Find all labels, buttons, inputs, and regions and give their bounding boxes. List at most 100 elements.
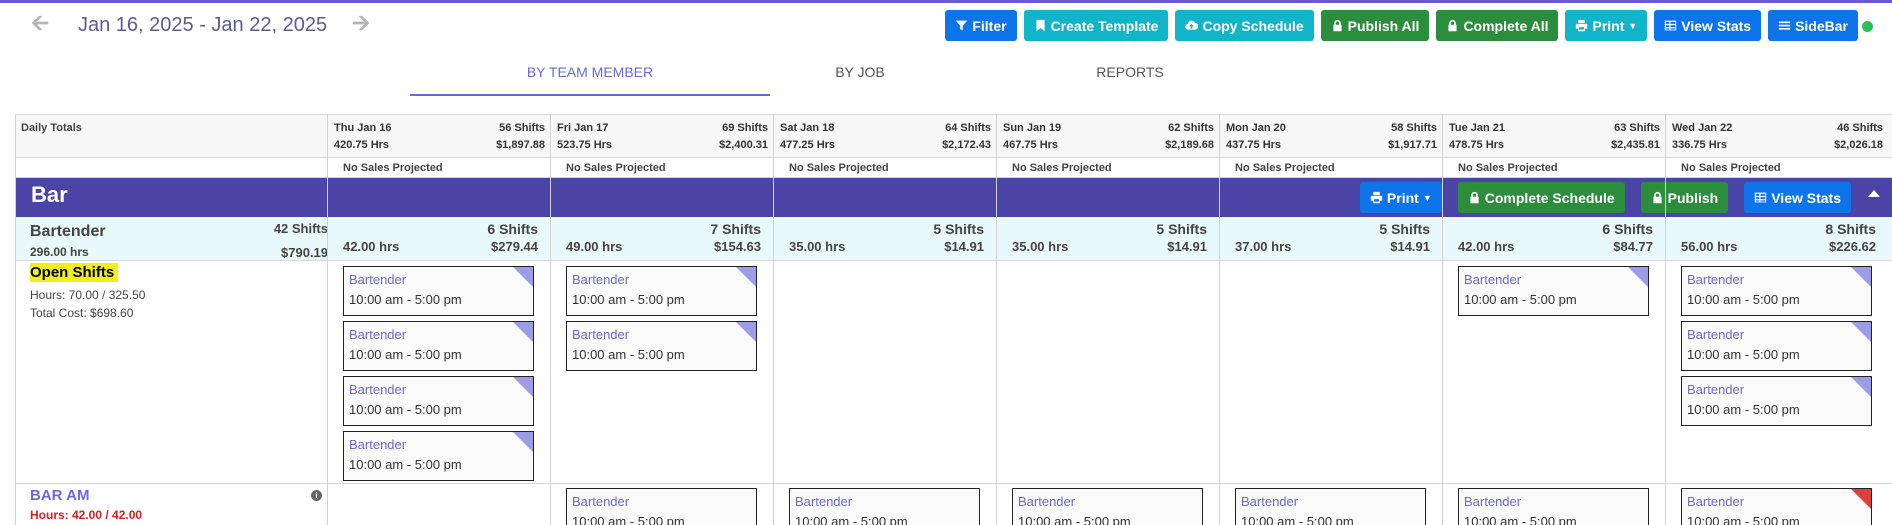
- column-divider: [550, 114, 551, 525]
- shift-job: Bartender: [349, 382, 407, 397]
- section-print-button[interactable]: Print ▼: [1359, 182, 1442, 213]
- shift-card[interactable]: Bartender 10:00 am - 5:00 pm: [1458, 488, 1649, 525]
- role-day-hours: 42.00 hrs: [343, 239, 400, 254]
- role-total-shifts: 42 Shifts: [273, 221, 328, 236]
- column-divider: [996, 114, 997, 525]
- shift-time: 10:00 am - 5:00 pm: [349, 347, 462, 362]
- day-cost: $1,917.71: [1388, 139, 1437, 151]
- shift-job: Bartender: [1241, 494, 1299, 509]
- section-view-stats-button[interactable]: View Stats: [1744, 182, 1851, 213]
- shift-card[interactable]: Bartender 10:00 am - 5:00 pm: [343, 431, 534, 481]
- team-member-name[interactable]: BAR AM: [30, 487, 89, 504]
- status-corner-icon: [1851, 489, 1871, 509]
- shift-card[interactable]: Bartender 10:00 am - 5:00 pm: [1235, 488, 1426, 525]
- shift-time: 10:00 am - 5:00 pm: [1241, 514, 1354, 525]
- publish-button[interactable]: Publish: [1640, 182, 1729, 213]
- role-total-cost: $790.19: [281, 245, 328, 260]
- date-range: Jan 16, 2025 - Jan 22, 2025: [78, 13, 328, 36]
- shift-time: 10:00 am - 5:00 pm: [349, 457, 462, 472]
- hours-separator: /: [102, 508, 113, 522]
- shift-job: Bartender: [1687, 494, 1745, 509]
- role-day-cost: $226.62: [1829, 239, 1876, 254]
- status-corner-icon: [1851, 267, 1871, 287]
- print-button[interactable]: Print ▼: [1565, 10, 1648, 41]
- sidebar-button[interactable]: SideBar: [1768, 10, 1858, 41]
- day-date: Sun Jan 19: [1003, 122, 1062, 134]
- role-day-summary: 6 Shifts 42.00 hrs $84.77: [1443, 217, 1666, 261]
- day-cost: $2,435.81: [1611, 139, 1660, 151]
- arrow-left-icon[interactable]: 🡨: [28, 6, 52, 44]
- bars-icon: [1778, 21, 1791, 30]
- sales-projection: No Sales Projected: [1458, 162, 1558, 174]
- sales-projection: No Sales Projected: [566, 162, 666, 174]
- open-shifts-info: Open Shifts Hours: 70.00 / 325.50 Total …: [30, 263, 280, 320]
- create-template-button[interactable]: Create Template: [1023, 10, 1169, 41]
- day-cost: $2,026.18: [1834, 139, 1883, 151]
- shift-card[interactable]: Bartender 10:00 am - 5:00 pm: [1681, 488, 1872, 525]
- sales-projection-row: No Sales Projected No Sales Projected No S…: [15, 158, 1892, 178]
- tab-reports[interactable]: REPORTS: [950, 58, 1310, 96]
- toolbar: Filter Create Template Copy Schedule Pub…: [945, 10, 1858, 41]
- status-corner-icon: [513, 432, 533, 452]
- shift-card[interactable]: Bartender 10:00 am - 5:00 pm: [1458, 266, 1649, 316]
- shift-card[interactable]: Bartender 10:00 am - 5:00 pm: [566, 321, 757, 371]
- day-cost: $1,897.88: [496, 139, 545, 151]
- filter-button[interactable]: Filter: [945, 10, 1017, 41]
- complete-schedule-button[interactable]: Complete Schedule: [1457, 182, 1625, 213]
- hours-max: 42.00: [112, 508, 143, 522]
- date-navigation: 🡨 Jan 16, 2025 - Jan 22, 2025 🡪: [28, 10, 373, 40]
- chevron-down-icon: ▼: [1628, 20, 1638, 31]
- shift-card[interactable]: Bartender 10:00 am - 5:00 pm: [789, 488, 980, 525]
- role-total-hours: 296.00 hrs: [30, 245, 89, 259]
- role-day-hours: 56.00 hrs: [1681, 239, 1738, 254]
- status-corner-icon: [513, 322, 533, 342]
- day-shift-count: 62 Shifts: [1168, 122, 1214, 134]
- collapse-icon[interactable]: [1868, 190, 1880, 197]
- publish-all-label: Publish All: [1347, 17, 1420, 34]
- day-shift-count: 56 Shifts: [499, 122, 545, 134]
- status-corner-icon: [736, 322, 756, 342]
- shift-time: 10:00 am - 5:00 pm: [1018, 514, 1131, 525]
- view-stats-button[interactable]: View Stats: [1654, 10, 1762, 41]
- status-corner-icon: [1628, 267, 1648, 287]
- section-actions: Print ▼ Complete Schedule Publish View S…: [1359, 182, 1851, 213]
- shift-card[interactable]: Bartender 10:00 am - 5:00 pm: [343, 376, 534, 426]
- day-date: Mon Jan 20: [1226, 122, 1286, 134]
- shift-card[interactable]: Bartender 10:00 am - 5:00 pm: [343, 266, 534, 316]
- shift-time: 10:00 am - 5:00 pm: [572, 292, 685, 307]
- publish-label: Publish: [1667, 189, 1719, 206]
- day-shift-count: 69 Shifts: [722, 122, 768, 134]
- status-corner-icon: [736, 267, 756, 287]
- role-day-shifts: 7 Shifts: [710, 221, 761, 237]
- cloud-upload-icon: [1185, 20, 1199, 30]
- role-day-summary: 6 Shifts 42.00 hrs $279.44: [328, 217, 551, 261]
- shift-job: Bartender: [349, 272, 407, 287]
- shift-card[interactable]: Bartender 10:00 am - 5:00 pm: [343, 321, 534, 371]
- role-day-cost: $154.63: [714, 239, 761, 254]
- day-date: Wed Jan 22: [1672, 122, 1733, 134]
- shift-card[interactable]: Bartender 10:00 am - 5:00 pm: [1681, 376, 1872, 426]
- day-shift-count: 64 Shifts: [945, 122, 991, 134]
- status-corner-icon: [1851, 322, 1871, 342]
- shift-card[interactable]: Bartender 10:00 am - 5:00 pm: [1681, 266, 1872, 316]
- section-print-label: Print: [1386, 189, 1419, 206]
- shift-card[interactable]: Bartender 10:00 am - 5:00 pm: [1012, 488, 1203, 525]
- shift-job: Bartender: [349, 327, 407, 342]
- shift-card[interactable]: Bartender 10:00 am - 5:00 pm: [566, 488, 757, 525]
- open-shifts-hours: Hours: 70.00 / 325.50: [30, 288, 146, 302]
- publish-all-button[interactable]: Publish All: [1320, 10, 1430, 41]
- shift-card[interactable]: Bartender 10:00 am - 5:00 pm: [566, 266, 757, 316]
- team-member-hours: Hours: 42.00 / 42.00: [30, 508, 142, 522]
- shift-card[interactable]: Bartender 10:00 am - 5:00 pm: [1681, 321, 1872, 371]
- role-day-cost: $14.91: [1167, 239, 1207, 254]
- copy-schedule-button[interactable]: Copy Schedule: [1175, 10, 1314, 41]
- complete-all-label: Complete All: [1463, 17, 1549, 34]
- shift-time: 10:00 am - 5:00 pm: [1464, 292, 1577, 307]
- complete-all-button[interactable]: Complete All: [1436, 10, 1559, 41]
- info-icon[interactable]: i: [311, 490, 322, 501]
- day-hours: 467.75 Hrs: [1003, 139, 1059, 151]
- day-header: Sat Jan 18 64 Shifts 477.25 Hrs $2,172.43: [774, 115, 997, 159]
- open-shifts-title: Open Shifts: [30, 263, 119, 282]
- printer-icon: [1370, 191, 1383, 204]
- arrow-right-icon[interactable]: 🡪: [349, 6, 373, 44]
